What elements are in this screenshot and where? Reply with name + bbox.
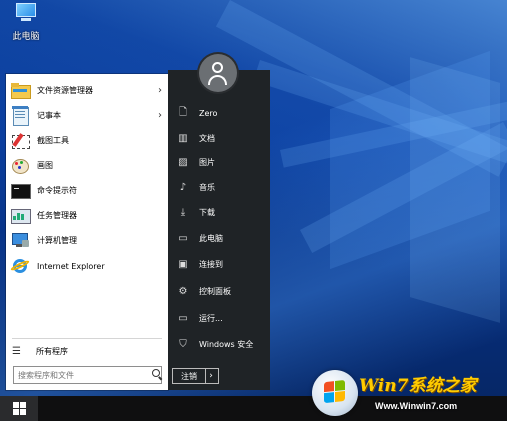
file-explorer-icon: [10, 81, 31, 99]
program-label: 命令提示符: [37, 185, 77, 195]
places-item-label: 控制面板: [199, 286, 231, 296]
program-item-file-explorer[interactable]: 文件资源管理器 ›: [6, 78, 168, 102]
all-programs-button[interactable]: ☰ 所有程序: [6, 342, 168, 360]
run-icon: ▭: [178, 312, 188, 324]
windows-logo-icon: [12, 402, 26, 415]
documents-icon: ▥: [178, 132, 188, 144]
program-item-internet-explorer[interactable]: Internet Explorer: [6, 254, 168, 278]
logoff-button[interactable]: 注销: [172, 368, 206, 384]
program-label: Internet Explorer: [37, 261, 105, 271]
program-label: 任务管理器: [37, 210, 77, 220]
windows-security-icon: ⛉: [179, 338, 187, 350]
desktop-icon-label: 此电脑: [12, 32, 40, 42]
notepad-icon: [10, 106, 30, 126]
program-item-paint[interactable]: 画图: [6, 153, 168, 177]
all-programs-icon: ☰: [12, 345, 21, 357]
places-item-zero[interactable]: 🗋 Zero: [168, 103, 270, 123]
places-item-label: 图片: [199, 157, 215, 167]
program-item-command-prompt[interactable]: 命令提示符: [6, 178, 168, 202]
computer-management-icon: [10, 231, 30, 249]
places-item-label: 音乐: [199, 182, 215, 192]
places-item-label: 下载: [199, 207, 215, 217]
pictures-icon: ▨: [178, 156, 188, 168]
search-icon[interactable]: [152, 369, 160, 377]
places-item-music[interactable]: ♪ 音乐: [168, 177, 270, 197]
downloads-icon: ⤓: [180, 206, 186, 218]
start-button[interactable]: [0, 396, 38, 421]
logoff-options-arrow-icon[interactable]: ›: [204, 368, 219, 384]
places-item-label: 文档: [199, 133, 215, 143]
places-item-label: 运行...: [199, 313, 223, 323]
start-menu-places-panel: 🗋 Zero ▥ 文档 ▨ 图片 ♪ 音乐 ⤓ 下载 ▭ 此电脑 ▣ 连接到 ⚙…: [168, 70, 270, 390]
program-item-snipping-tool[interactable]: 截图工具: [6, 128, 168, 152]
submenu-arrow-icon[interactable]: ›: [158, 85, 162, 96]
places-item-this-pc[interactable]: ▭ 此电脑: [168, 228, 270, 248]
program-label: 截图工具: [37, 135, 69, 145]
site-watermark: Win7系统之家 Www.Winwin7.com: [307, 368, 507, 421]
snipping-tool-icon: [10, 131, 30, 149]
win7-logo-icon: [312, 370, 358, 416]
places-item-label: Zero: [199, 108, 218, 118]
places-item-run[interactable]: ▭ 运行...: [168, 308, 270, 328]
start-menu-programs-panel: 文件资源管理器 › 记事本 › 截图工具 画图 命令提示符 任务管理器 计算机管…: [6, 74, 168, 390]
places-item-label: 连接到: [199, 259, 223, 269]
program-item-task-manager[interactable]: 任务管理器: [6, 203, 168, 227]
all-programs-label: 所有程序: [36, 346, 68, 356]
watermark-url: Www.Winwin7.com: [375, 401, 458, 411]
command-prompt-icon: [10, 181, 31, 199]
watermark-title: Win7系统之家: [359, 376, 477, 396]
places-item-windows-security[interactable]: ⛉ Windows 安全: [168, 334, 270, 354]
program-item-notepad[interactable]: 记事本 ›: [6, 103, 168, 127]
places-item-pictures[interactable]: ▨ 图片: [168, 152, 270, 172]
submenu-arrow-icon[interactable]: ›: [158, 110, 162, 121]
connect-to-icon: ▣: [178, 258, 188, 270]
this-pc-icon: ▭: [178, 232, 188, 244]
search-input[interactable]: [13, 366, 162, 384]
places-item-label: Windows 安全: [199, 339, 254, 349]
program-label: 计算机管理: [37, 235, 77, 245]
places-item-downloads[interactable]: ⤓ 下载: [168, 202, 270, 222]
paint-icon: [10, 156, 30, 174]
program-label: 文件资源管理器: [37, 85, 93, 95]
control-panel-icon: ⚙: [178, 285, 188, 297]
this-pc-icon: [14, 3, 38, 23]
user-avatar-icon[interactable]: [199, 54, 237, 92]
internet-explorer-icon: [9, 257, 31, 275]
places-item-control-panel[interactable]: ⚙ 控制面板: [168, 281, 270, 301]
music-icon: ♪: [179, 181, 187, 193]
divider: [12, 338, 162, 339]
program-label: 画图: [37, 160, 53, 170]
desktop-icon-this-pc[interactable]: 此电脑: [4, 0, 48, 42]
places-item-connect-to[interactable]: ▣ 连接到: [168, 254, 270, 274]
places-item-label: 此电脑: [199, 233, 223, 243]
user-folder-icon: 🗋: [178, 106, 188, 118]
program-label: 记事本: [37, 110, 61, 120]
places-item-documents[interactable]: ▥ 文档: [168, 128, 270, 148]
program-item-computer-management[interactable]: 计算机管理: [6, 228, 168, 252]
task-manager-icon: [10, 206, 31, 224]
